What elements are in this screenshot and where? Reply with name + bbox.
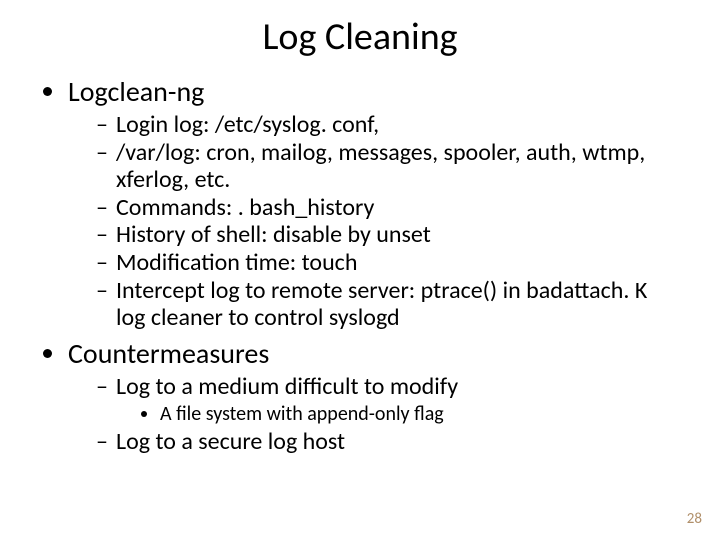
l2-item: Modification time: touch bbox=[96, 249, 680, 277]
l2-item: History of shell: disable by unset bbox=[96, 221, 680, 249]
l1-label: Logclean-ng bbox=[68, 74, 204, 109]
l2-item: Log to a medium difficult to modify A fi… bbox=[96, 373, 680, 427]
l2-text: Commands: . bash_history bbox=[116, 193, 374, 222]
l2-item: Login log: /etc/syslog. conf, bbox=[96, 111, 680, 139]
l1-label: Countermeasures bbox=[68, 336, 269, 371]
l2-item: Commands: . bash_history bbox=[96, 194, 680, 222]
page-number: 28 bbox=[687, 510, 702, 528]
l2-text: /var/log: cron, mailog, messages, spoole… bbox=[116, 138, 645, 195]
l2-text: Log to a medium difficult to modify bbox=[116, 372, 458, 401]
slide-title: Log Cleaning bbox=[40, 14, 680, 60]
l2-text: Intercept log to remote server: ptrace()… bbox=[116, 276, 647, 333]
l2-item: Intercept log to remote server: ptrace()… bbox=[96, 277, 680, 332]
l2-text: Modification time: touch bbox=[116, 248, 357, 277]
l1-item-logclean: Logclean-ng Login log: /etc/syslog. conf… bbox=[68, 74, 680, 332]
slide: Log Cleaning Logclean-ng Login log: /etc… bbox=[0, 0, 720, 540]
bullet-list-l1: Logclean-ng Login log: /etc/syslog. conf… bbox=[40, 74, 680, 456]
l1-item-countermeasures: Countermeasures Log to a medium difficul… bbox=[68, 336, 680, 456]
l2-text: Log to a secure log host bbox=[116, 427, 345, 456]
bullet-list-l2: Log to a medium difficult to modify A fi… bbox=[68, 373, 680, 456]
l2-item: Log to a secure log host bbox=[96, 428, 680, 456]
l2-item: /var/log: cron, mailog, messages, spoole… bbox=[96, 139, 680, 194]
l3-item: A file system with append-only flag bbox=[160, 402, 680, 426]
l2-text: History of shell: disable by unset bbox=[116, 220, 431, 249]
l3-text: A file system with append-only flag bbox=[160, 402, 444, 426]
bullet-list-l2: Login log: /etc/syslog. conf, /var/log: … bbox=[68, 111, 680, 332]
bullet-list-l3: A file system with append-only flag bbox=[116, 402, 680, 426]
l2-text: Login log: /etc/syslog. conf, bbox=[116, 110, 379, 139]
